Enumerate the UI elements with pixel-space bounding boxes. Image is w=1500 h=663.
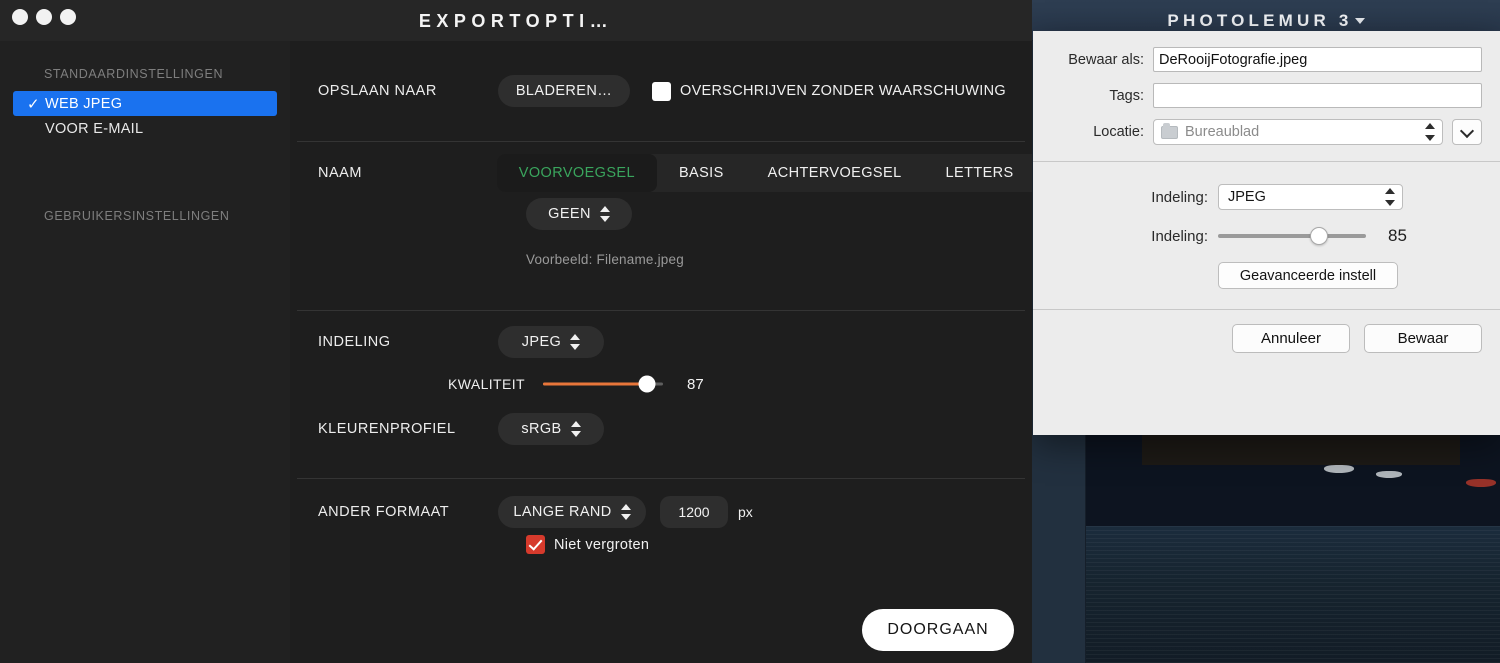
save-as-row: Bewaar als: (1045, 47, 1482, 72)
updown-stepper-icon (1385, 187, 1396, 207)
tags-row: Tags: (1045, 83, 1482, 108)
format-row: Indeling: JPEG (1033, 184, 1500, 210)
export-titlebar: EXPORTOPTI… (0, 0, 1032, 41)
updown-stepper-icon (620, 503, 631, 521)
continue-button[interactable]: DOORGAAN (862, 609, 1014, 651)
photo-boat (1376, 471, 1402, 478)
slider-track (1218, 234, 1366, 238)
sidebar-item-voor-email[interactable]: VOOR E-MAIL (13, 116, 277, 141)
slider-knob[interactable] (1309, 227, 1328, 245)
advanced-settings-button[interactable]: Geavanceerde instell (1218, 262, 1398, 289)
tab-voorvoegsel[interactable]: VOORVOEGSEL (496, 154, 657, 192)
save-dialog: Bewaar als: Tags: Locatie: Bureaublad (1033, 31, 1500, 435)
save-to-row: OPSLAAN NAAR BLADEREN… OVERSCHRIJVEN ZON… (290, 41, 1032, 141)
format-select-value: JPEG (521, 334, 562, 350)
prefix-select-value: GEEN (548, 206, 591, 222)
save-dialog-format-section: Indeling: JPEG Indeling: 85 Geavanceerde… (1033, 162, 1500, 309)
resize-size-input[interactable]: 1200 (660, 496, 728, 528)
quality-label: KWALITEIT (448, 376, 525, 392)
quality-value: 85 (1388, 226, 1407, 245)
export-options-window: EXPORTOPTI… STANDAARDINSTELLINGEN ✓ WEB … (0, 0, 1032, 663)
format-select[interactable]: JPEG (498, 326, 604, 358)
export-body: OPSLAAN NAAR BLADEREN… OVERSCHRIJVEN ZON… (290, 41, 1032, 663)
quality-label: Indeling: (1151, 227, 1208, 245)
overwrite-checkbox-group[interactable]: OVERSCHRIJVEN ZONDER WAARSCHUWING (652, 81, 1006, 101)
format-row: INDELING JPEG (290, 311, 1032, 373)
sidebar-item-web-jpeg[interactable]: ✓ WEB JPEG (13, 91, 277, 116)
save-dialog-top-section: Bewaar als: Tags: Locatie: Bureaublad (1033, 31, 1500, 161)
photo-boat (1466, 479, 1496, 487)
format-value: JPEG (1228, 189, 1266, 205)
format-section: INDELING JPEG KWALITEIT 87 KLEURENPROFIE… (290, 311, 1032, 478)
photo-boat (1324, 465, 1354, 473)
resize-row: ANDER FORMAAT LANGE RAND 1200 px (290, 479, 1032, 545)
resize-unit-label: px (738, 504, 753, 520)
quality-row: Indeling: 85 (1033, 226, 1500, 246)
name-label: NAAM (318, 165, 362, 181)
browse-button[interactable]: BLADEREN… (498, 75, 630, 107)
slider-knob[interactable] (638, 375, 656, 393)
overwrite-checkbox[interactable] (652, 81, 671, 101)
save-button[interactable]: Bewaar (1364, 324, 1482, 353)
filename-preview: Voorbeeld: Filename.jpeg (526, 252, 684, 267)
location-popup-button[interactable]: Bureaublad (1153, 119, 1443, 145)
photo-lake-water (1086, 526, 1500, 663)
tab-letters[interactable]: LETTERS (924, 154, 1032, 192)
folder-icon (1161, 122, 1178, 139)
tab-basis[interactable]: BASIS (657, 154, 746, 192)
slider-fill (543, 382, 648, 386)
quality-slider[interactable] (1218, 226, 1366, 246)
resize-mode-select[interactable]: LANGE RAND (498, 496, 646, 528)
color-profile-value: sRGB (521, 421, 562, 437)
tab-achtervoegsel[interactable]: ACHTERVOEGSEL (746, 154, 924, 192)
location-label: Locatie: (1093, 124, 1144, 140)
no-enlarge-label: Niet vergroten (554, 536, 650, 553)
no-enlarge-checkbox-group[interactable]: Niet vergroten (526, 535, 649, 554)
format-label: INDELING (318, 334, 391, 350)
tags-input[interactable] (1153, 83, 1482, 108)
name-section: NAAM VOORVOEGSEL BASIS ACHTERVOEGSEL LET… (290, 142, 1032, 310)
color-profile-label: KLEURENPROFIEL (318, 421, 456, 437)
location-value: Bureaublad (1185, 124, 1260, 140)
location-row: Locatie: Bureaublad (1045, 119, 1482, 145)
color-profile-select[interactable]: sRGB (498, 413, 604, 445)
expand-dialog-button[interactable] (1452, 119, 1482, 145)
check-icon: ✓ (27, 95, 40, 113)
quality-row: KWALITEIT 87 (290, 375, 704, 393)
cancel-button[interactable]: Annuleer (1232, 324, 1350, 353)
export-window-title: EXPORTOPTI… (418, 11, 614, 31)
sidebar-item-label: VOOR E-MAIL (45, 120, 144, 137)
screen-root: PHOTOLEMUR 3 Bewaar als: Tags: Locatie: … (0, 0, 1500, 663)
resize-mode-value: LANGE RAND (513, 504, 612, 520)
no-enlarge-checkbox[interactable] (526, 535, 545, 554)
name-tabs: VOORVOEGSEL BASIS ACHTERVOEGSEL LETTERS (496, 154, 1032, 192)
quality-slider[interactable] (543, 375, 663, 393)
prefix-select[interactable]: GEEN (526, 198, 632, 230)
overwrite-checkbox-label: OVERSCHRIJVEN ZONDER WAARSCHUWING (680, 83, 1006, 99)
name-row: NAAM VOORVOEGSEL BASIS ACHTERVOEGSEL LET… (290, 142, 1032, 204)
updown-stepper-icon (570, 333, 581, 351)
save-to-label: OPSLAAN NAAR (318, 83, 437, 99)
sidebar-section-user-label: GEBRUIKERSINSTELLINGEN (44, 209, 230, 223)
export-sidebar: STANDAARDINSTELLINGEN ✓ WEB JPEG VOOR E-… (0, 41, 290, 663)
sidebar-item-label: WEB JPEG (45, 95, 123, 112)
updown-stepper-icon (599, 205, 610, 223)
updown-stepper-icon (1425, 122, 1436, 142)
resize-section: ANDER FORMAAT LANGE RAND 1200 px Niet ve… (290, 479, 1032, 589)
updown-stepper-icon (570, 420, 581, 438)
quality-value: 87 (687, 375, 704, 393)
photo-app-title-text: PHOTOLEMUR 3 (1167, 11, 1353, 30)
resize-label: ANDER FORMAAT (318, 504, 450, 520)
sidebar-section-presets-label: STANDAARDINSTELLINGEN (44, 67, 224, 81)
color-profile-row: KLEURENPROFIEL sRGB (290, 413, 604, 445)
format-select[interactable]: JPEG (1218, 184, 1403, 210)
caret-down-icon[interactable] (1354, 17, 1365, 24)
save-dialog-buttons: Annuleer Bewaar (1033, 310, 1500, 367)
format-label: Indeling: (1151, 188, 1208, 206)
save-as-input[interactable] (1153, 47, 1482, 72)
tags-label: Tags: (1109, 87, 1144, 104)
save-as-label: Bewaar als: (1068, 51, 1144, 68)
